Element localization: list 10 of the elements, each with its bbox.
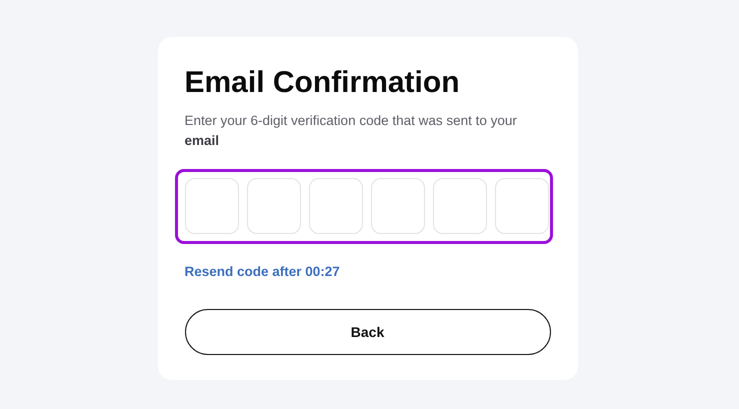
code-digit-field[interactable] [184,178,238,234]
code-digit-field[interactable] [432,178,486,234]
resend-code-link[interactable]: Resend code after 00:27 [184,264,340,279]
back-button[interactable]: Back [184,309,550,355]
code-digit-field[interactable] [494,178,548,234]
code-digit-field[interactable] [308,178,362,234]
code-digit-field[interactable] [246,178,300,234]
page-title: Email Confirmation [184,65,461,101]
instructions-text: Enter your 6-digit verification code that was sent to your email [184,112,518,150]
code-digit-field[interactable] [370,178,424,234]
